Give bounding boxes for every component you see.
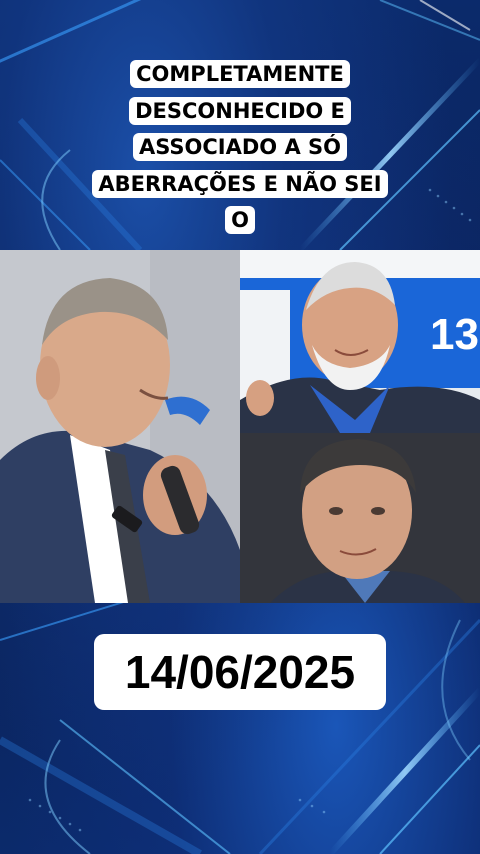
caption-line-3: ASSOCIADO A SÓ bbox=[132, 133, 348, 161]
photo-speaker-with-microphone bbox=[0, 250, 240, 603]
banner-number-text: 13 bbox=[430, 310, 479, 359]
photo-smiling-man-banner: 13 bbox=[240, 250, 480, 433]
photo-man-in-suit bbox=[240, 433, 480, 603]
caption-line-4: ABERRAÇÕES E NÃO SEI bbox=[92, 169, 388, 198]
photo-collage: 13 bbox=[0, 250, 480, 603]
caption-line-5: O bbox=[225, 206, 255, 234]
caption-line-1: COMPLETAMENTE bbox=[130, 60, 350, 88]
date-badge: 14/06/2025 bbox=[94, 634, 386, 710]
caption-text: COMPLETAMENTE DESCONHECIDO E ASSOCIADO A… bbox=[82, 56, 398, 239]
date-text: 14/06/2025 bbox=[124, 646, 356, 698]
caption-line-2: DESCONHECIDO E bbox=[129, 96, 351, 125]
